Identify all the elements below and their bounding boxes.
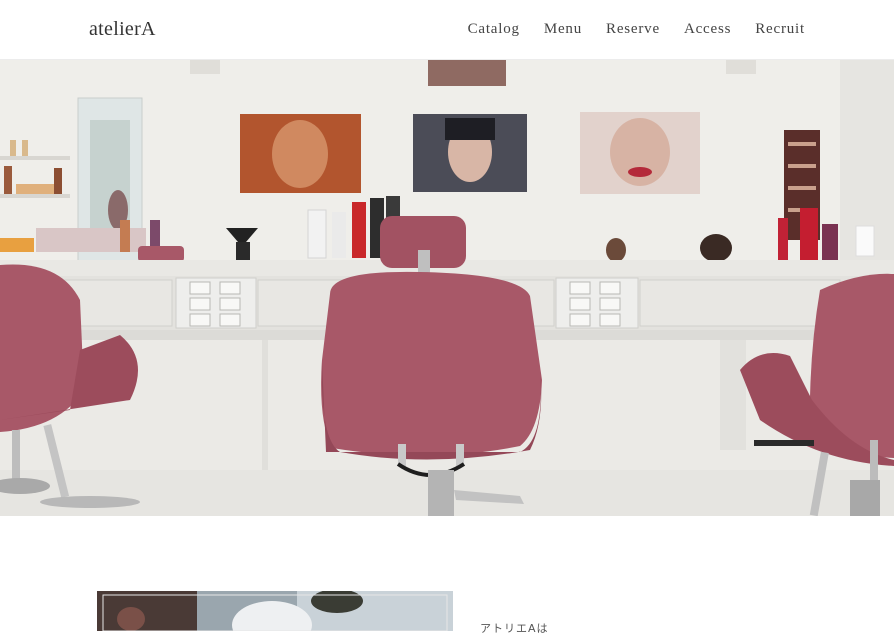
salon-interior-illustration: [0, 60, 894, 516]
hero-image: [0, 60, 894, 516]
nav-link-reserve[interactable]: Reserve: [606, 21, 660, 38]
about-image: [97, 591, 453, 631]
about-heading: アトリエAは: [480, 622, 549, 635]
nav-link-access[interactable]: Access: [684, 21, 731, 38]
nav-link-menu[interactable]: Menu: [544, 21, 582, 38]
main-nav: Catalog Menu Reserve Access Recruit: [468, 21, 805, 38]
salon-staff-illustration: [97, 591, 453, 631]
nav-link-recruit[interactable]: Recruit: [755, 21, 805, 38]
about-section: アトリエAは: [0, 516, 894, 635]
nav-link-catalog[interactable]: Catalog: [468, 21, 520, 38]
site-header: atelierA Catalog Menu Reserve Access Rec…: [0, 0, 894, 60]
site-logo[interactable]: atelierA: [89, 18, 156, 41]
